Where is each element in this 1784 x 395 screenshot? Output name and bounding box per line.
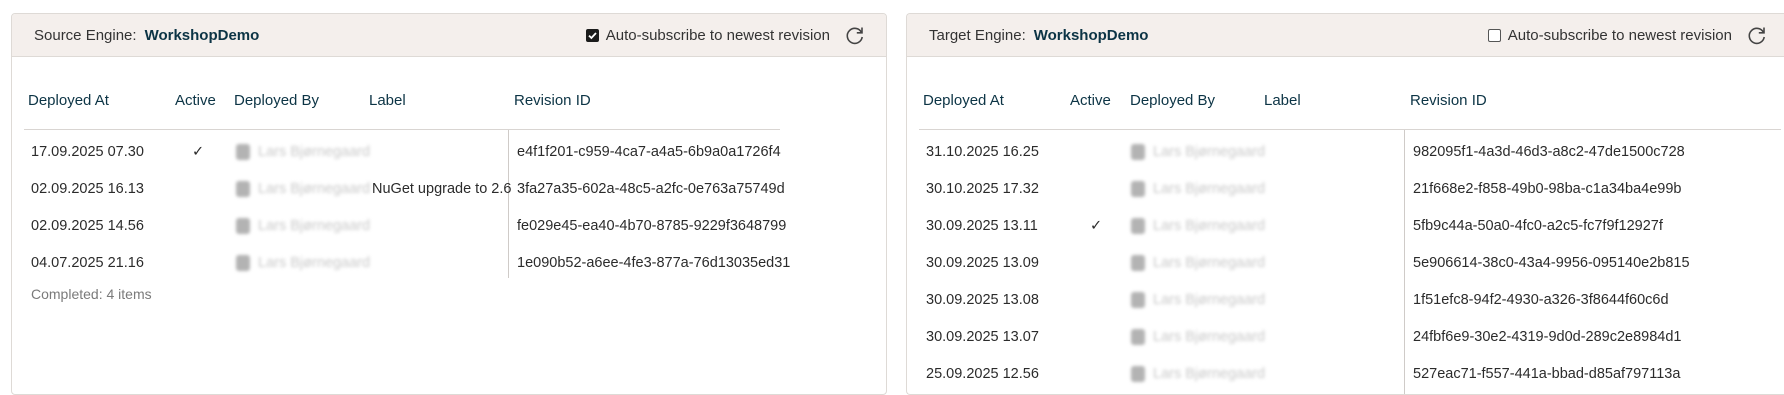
target-panel-header: Target Engine: WorkshopDemo Auto-subscri… — [907, 14, 1784, 57]
table-row[interactable]: 30.09.2025 13.07 Lars Bjørnegaard 24fbf6… — [919, 318, 1781, 355]
revision-id-cell: 982095f1-4a3d-46d3-a8c2-47de1500c728 — [1413, 144, 1685, 160]
target-revisions-table: Deployed At Active Deployed By Label Rev… — [919, 69, 1781, 394]
source-panel-header: Source Engine: WorkshopDemo Auto-subscri… — [12, 14, 886, 57]
revision-id-cell: 3fa27a35-602a-48c5-a2fc-0e763a75749d — [517, 181, 785, 197]
source-engine-name: WorkshopDemo — [144, 26, 260, 44]
deployed-by-cell: Lars Bjørnegaard — [1131, 255, 1265, 271]
table-row[interactable]: 04.07.2025 21.16 Lars Bjørnegaard 1e090b… — [24, 244, 790, 281]
table-row[interactable]: 30.09.2025 13.09 Lars Bjørnegaard 5e9066… — [919, 244, 1781, 281]
column-revision-id[interactable]: Revision ID — [1410, 92, 1487, 109]
table-row[interactable]: 02.09.2025 14.56 Lars Bjørnegaard fe029e… — [24, 207, 786, 244]
user-avatar-icon — [236, 144, 250, 160]
refresh-icon[interactable] — [844, 24, 866, 46]
target-auto-subscribe: Auto-subscribe to newest revision — [1487, 14, 1768, 56]
source-engine-panel: Source Engine: WorkshopDemo Auto-subscri… — [11, 13, 887, 395]
table-row[interactable]: 30.09.2025 13.08 Lars Bjørnegaard 1f51ef… — [919, 281, 1781, 318]
deployed-at-cell: 25.09.2025 12.56 — [926, 366, 1039, 382]
column-label[interactable]: Label — [1264, 92, 1301, 109]
deployed-by-cell: Lars Bjørnegaard — [1131, 366, 1265, 382]
revision-id-cell: 5fb9c44a-50a0-4fc0-a2c5-fc7f9f12927f — [1413, 218, 1663, 234]
column-revision-id[interactable]: Revision ID — [514, 92, 591, 109]
revision-id-cell: 1e090b52-a6ee-4fe3-877a-76d13035ed31 — [517, 255, 791, 271]
deployed-at-cell: 30.09.2025 13.09 — [926, 255, 1039, 271]
column-deployed-by[interactable]: Deployed By — [1130, 92, 1215, 109]
checkmark-icon — [588, 31, 597, 39]
source-revisions-table: Deployed At Active Deployed By Label Rev… — [24, 69, 790, 302]
column-deployed-by[interactable]: Deployed By — [234, 92, 319, 109]
deployed-by-cell: Lars Bjørnegaard — [1131, 144, 1265, 160]
revision-id-cell: 21f668e2-f858-49b0-98ba-c1a34ba4e99b — [1413, 181, 1682, 197]
user-avatar-icon — [1131, 255, 1145, 271]
deployed-at-cell: 30.09.2025 13.07 — [926, 329, 1039, 345]
revision-id-cell: 24fbf6e9-30e2-4319-9d0d-289c2e8984d1 — [1413, 329, 1682, 345]
revision-id-cell: 1f51efc8-94f2-4930-a326-3f8644f60c6d — [1413, 292, 1669, 308]
column-active[interactable]: Active — [1070, 92, 1111, 109]
table-row[interactable]: 30.09.2025 13.11 ✓ Lars Bjørnegaard 5fb9… — [919, 207, 1781, 244]
user-avatar-icon — [1131, 329, 1145, 345]
source-engine-label: Source Engine: — [34, 26, 137, 44]
table-header: Deployed At Active Deployed By Label Rev… — [919, 69, 1781, 130]
label-cell: NuGet upgrade to 2.6 — [372, 181, 512, 197]
column-deployed-at[interactable]: Deployed At — [28, 92, 109, 109]
table-row[interactable]: 17.09.2025 07.30 ✓ Lars Bjørnegaard e4f1… — [24, 133, 781, 170]
deployed-at-cell: 31.10.2025 16.25 — [926, 144, 1039, 160]
table-header: Deployed At Active Deployed By Label Rev… — [24, 69, 780, 130]
user-avatar-icon — [1131, 218, 1145, 234]
table-row[interactable]: 02.09.2025 16.13 Lars Bjørnegaard NuGet … — [24, 170, 785, 207]
deployed-by-cell: Lars Bjørnegaard — [236, 218, 370, 234]
target-engine-label: Target Engine: — [929, 26, 1026, 44]
revision-id-cell: e4f1f201-c959-4ca7-a4a5-6b9a0a1726f4 — [517, 144, 781, 160]
user-avatar-icon — [1131, 144, 1145, 160]
deployed-at-cell: 17.09.2025 07.30 — [31, 144, 144, 160]
revision-id-cell: 5e906614-38c0-43a4-9956-095140e2b815 — [1413, 255, 1690, 271]
target-engine-name: WorkshopDemo — [1033, 26, 1149, 44]
deployed-by-cell: Lars Bjørnegaard — [1131, 181, 1265, 197]
user-avatar-icon — [1131, 292, 1145, 308]
deployed-by-cell: Lars Bjørnegaard — [236, 144, 370, 160]
status-text: Completed: 4 items — [31, 286, 152, 302]
user-avatar-icon — [1131, 181, 1145, 197]
deployed-by-cell: Lars Bjørnegaard — [1131, 329, 1265, 345]
user-avatar-icon — [236, 255, 250, 271]
refresh-icon[interactable] — [1746, 24, 1768, 46]
table-body: 31.10.2025 16.25 Lars Bjørnegaard 982095… — [919, 130, 1781, 394]
source-auto-subscribe-checkbox[interactable] — [585, 28, 599, 42]
user-avatar-icon — [236, 181, 250, 197]
column-active[interactable]: Active — [175, 92, 216, 109]
user-avatar-icon — [1131, 366, 1145, 382]
deployed-at-cell: 04.07.2025 21.16 — [31, 255, 144, 271]
deployed-by-cell: Lars Bjørnegaard — [1131, 218, 1265, 234]
deployed-at-cell: 30.09.2025 13.08 — [926, 292, 1039, 308]
revision-id-cell: fe029e45-ea40-4b70-8785-9229f3648799 — [517, 218, 787, 234]
table-row[interactable]: 30.10.2025 17.32 Lars Bjørnegaard 21f668… — [919, 170, 1781, 207]
column-deployed-at[interactable]: Deployed At — [923, 92, 1004, 109]
table-row[interactable]: 25.09.2025 12.56 Lars Bjørnegaard 527eac… — [919, 355, 1781, 392]
deployed-by-cell: Lars Bjørnegaard — [1131, 292, 1265, 308]
table-row[interactable]: 31.10.2025 16.25 Lars Bjørnegaard 982095… — [919, 133, 1781, 170]
target-auto-subscribe-checkbox[interactable] — [1487, 28, 1501, 42]
table-body: 17.09.2025 07.30 ✓ Lars Bjørnegaard e4f1… — [24, 130, 790, 281]
revision-id-cell: 527eac71-f557-441a-bbad-d85af797113a — [1413, 366, 1681, 382]
user-avatar-icon — [236, 218, 250, 234]
deployed-at-cell: 02.09.2025 14.56 — [31, 218, 144, 234]
deployed-by-cell: Lars Bjørnegaard — [236, 255, 370, 271]
source-auto-subscribe-label[interactable]: Auto-subscribe to newest revision — [606, 27, 830, 44]
deployed-at-cell: 02.09.2025 16.13 — [31, 181, 144, 197]
deployed-by-cell: Lars Bjørnegaard — [236, 181, 370, 197]
target-auto-subscribe-label[interactable]: Auto-subscribe to newest revision — [1508, 27, 1732, 44]
deployed-at-cell: 30.09.2025 13.11 — [926, 218, 1038, 234]
source-auto-subscribe: Auto-subscribe to newest revision — [585, 14, 866, 56]
target-engine-panel: Target Engine: WorkshopDemo Auto-subscri… — [906, 13, 1784, 395]
active-checkmark-icon: ✓ — [192, 144, 205, 160]
active-checkmark-icon: ✓ — [1090, 218, 1103, 234]
column-label[interactable]: Label — [369, 92, 406, 109]
deployed-at-cell: 30.10.2025 17.32 — [926, 181, 1039, 197]
